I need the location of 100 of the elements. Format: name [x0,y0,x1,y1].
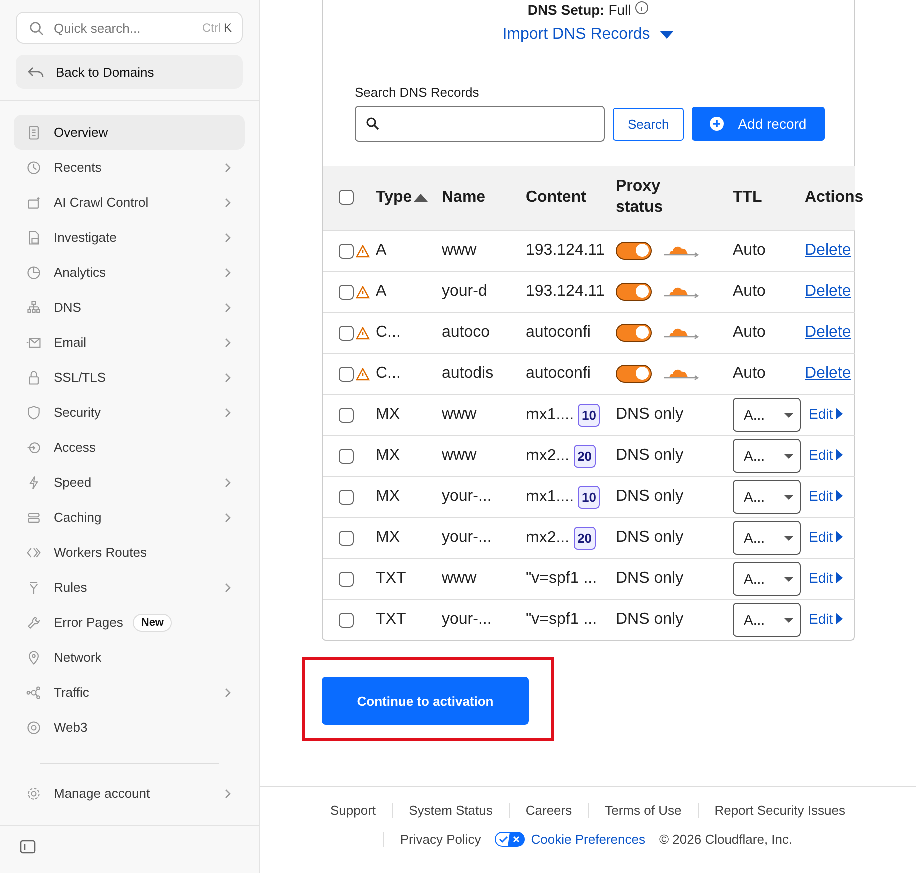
sidebar-item[interactable]: SSL/TLS [14,360,245,395]
quick-search-field[interactable]: Quick search... Ctrl K [16,12,243,44]
proxy-toggle[interactable] [616,324,652,342]
delete-link[interactable]: Delete [805,283,852,300]
row-checkbox[interactable] [339,448,354,464]
priority-badge: 20 [574,526,596,550]
edit-link[interactable]: Edit [805,570,844,586]
privacy-choices-icon [495,832,526,847]
sidebar-item[interactable]: Security [14,395,245,430]
sidebar-item[interactable]: Traffic [14,675,245,710]
content-cell: mx2... [526,447,570,464]
column-header: Content [526,188,586,206]
row-checkbox[interactable] [339,530,354,546]
content-cell: "v=spf1 ... [526,570,598,587]
delete-link[interactable]: Delete [805,365,852,382]
row-checkbox[interactable] [339,244,354,258]
name-cell: your-... [442,611,492,628]
row-checkbox[interactable] [339,490,354,504]
sidebar-item[interactable]: AI Crawl Control [14,185,245,220]
row-checkbox[interactable] [339,408,354,422]
proxy-status-cell: DNS only [616,406,684,423]
delete-link[interactable]: Delete [805,242,852,259]
footer-link[interactable]: Support [314,803,392,818]
column-header: Type [376,188,412,208]
caret-right-icon [836,531,844,543]
priority-badge: 20 [574,444,596,468]
name-cell: your-d [442,283,488,300]
back-to-domains-button[interactable]: Back to Domains [16,55,243,89]
import-dns-records-link[interactable]: Import DNS Records [496,25,680,45]
row-checkbox[interactable] [339,612,354,628]
sidebar-item-label: Caching [54,510,102,525]
footer-link[interactable]: Report Security Issues [698,803,862,818]
type-cell: MX [376,406,400,423]
select-all-checkbox[interactable] [339,190,354,205]
edit-link[interactable]: Edit [805,406,844,422]
ttl-dropdown[interactable]: A... [733,603,801,637]
cookie-preferences-link[interactable]: Cookie Preferences [531,832,646,847]
ttl-dropdown[interactable]: A... [733,480,801,514]
row-checkbox[interactable] [339,326,354,340]
sidebar-item[interactable]: Network [14,640,245,675]
edit-link[interactable]: Edit [805,529,844,545]
new-badge: New [133,614,172,632]
sidebar-item[interactable]: Web3 [14,710,245,745]
clipboard-icon [26,124,42,140]
sign-in-icon [26,440,42,456]
plus-circle-icon [710,117,724,131]
ttl-dropdown[interactable]: A... [733,562,801,596]
sidebar-item[interactable]: Speed [14,465,245,500]
delete-link[interactable]: Delete [805,324,852,341]
sidebar-item[interactable]: Analytics [14,255,245,290]
sidebar-item-label: Workers Routes [54,545,147,560]
footer-link[interactable]: Terms of Use [588,803,698,818]
ttl-dropdown[interactable]: A... [733,398,801,432]
caret-down-icon [784,412,794,418]
back-arrow-icon [28,66,44,78]
edit-link[interactable]: Edit [805,611,844,627]
sidebar-item[interactable]: Caching [14,500,245,535]
row-checkbox[interactable] [339,572,354,586]
sidebar-item[interactable]: Email [14,325,245,360]
sidebar-item[interactable]: Workers Routes [14,535,245,570]
privacy-policy-link[interactable]: Privacy Policy [400,832,482,847]
footer-link[interactable]: System Status [392,803,509,818]
add-record-button[interactable]: Add record [692,107,825,141]
shortcut-hint: Ctrl [202,21,221,35]
chevron-right-icon [223,788,233,798]
type-cell: A [376,283,387,300]
row-checkbox[interactable] [339,284,354,300]
caret-right-icon [836,449,844,461]
sidebar-item[interactable]: Access [14,430,245,465]
chevron-right-icon [223,268,233,278]
edit-link[interactable]: Edit [805,447,844,463]
ttl-dropdown[interactable]: A... [733,521,801,555]
search-dns-field[interactable] [355,106,605,142]
sidebar-item-label: AI Crawl Control [54,195,149,210]
sidebar-item-label: Recents [54,160,102,175]
manage-account-item[interactable]: Manage account [14,776,245,811]
sidebar-item[interactable]: Overview [14,115,245,150]
chevron-right-icon [223,372,233,382]
proxy-status-cell: DNS only [616,570,684,587]
sidebar-item-label: Rules [54,580,88,595]
sidebar-item[interactable]: DNS [14,290,245,325]
sidebar-item[interactable]: Investigate [14,220,245,255]
ttl-dropdown[interactable]: A... [733,439,801,473]
sidebar-item[interactable]: Error Pages New [14,605,245,640]
continue-to-activation-button[interactable]: Continue to activation [322,677,529,725]
sort-ascending-icon[interactable] [414,194,428,202]
proxy-toggle[interactable] [616,364,652,383]
sidebar-item[interactable]: Recents [14,150,245,185]
search-button[interactable]: Search [613,108,684,140]
footer-link[interactable]: Careers [508,803,588,818]
proxy-toggle[interactable] [616,242,652,260]
sidebar-item[interactable]: Rules [14,570,245,605]
sidebar-toggle-icon[interactable] [20,840,36,854]
content-cell: autoconfi [526,365,591,382]
proxy-toggle[interactable] [616,282,652,301]
edit-link[interactable]: Edit [805,488,844,504]
priority-badge: 10 [578,404,600,426]
content-cell: mx2... [526,529,570,546]
row-checkbox[interactable] [339,366,354,382]
name-cell: www [442,570,477,587]
